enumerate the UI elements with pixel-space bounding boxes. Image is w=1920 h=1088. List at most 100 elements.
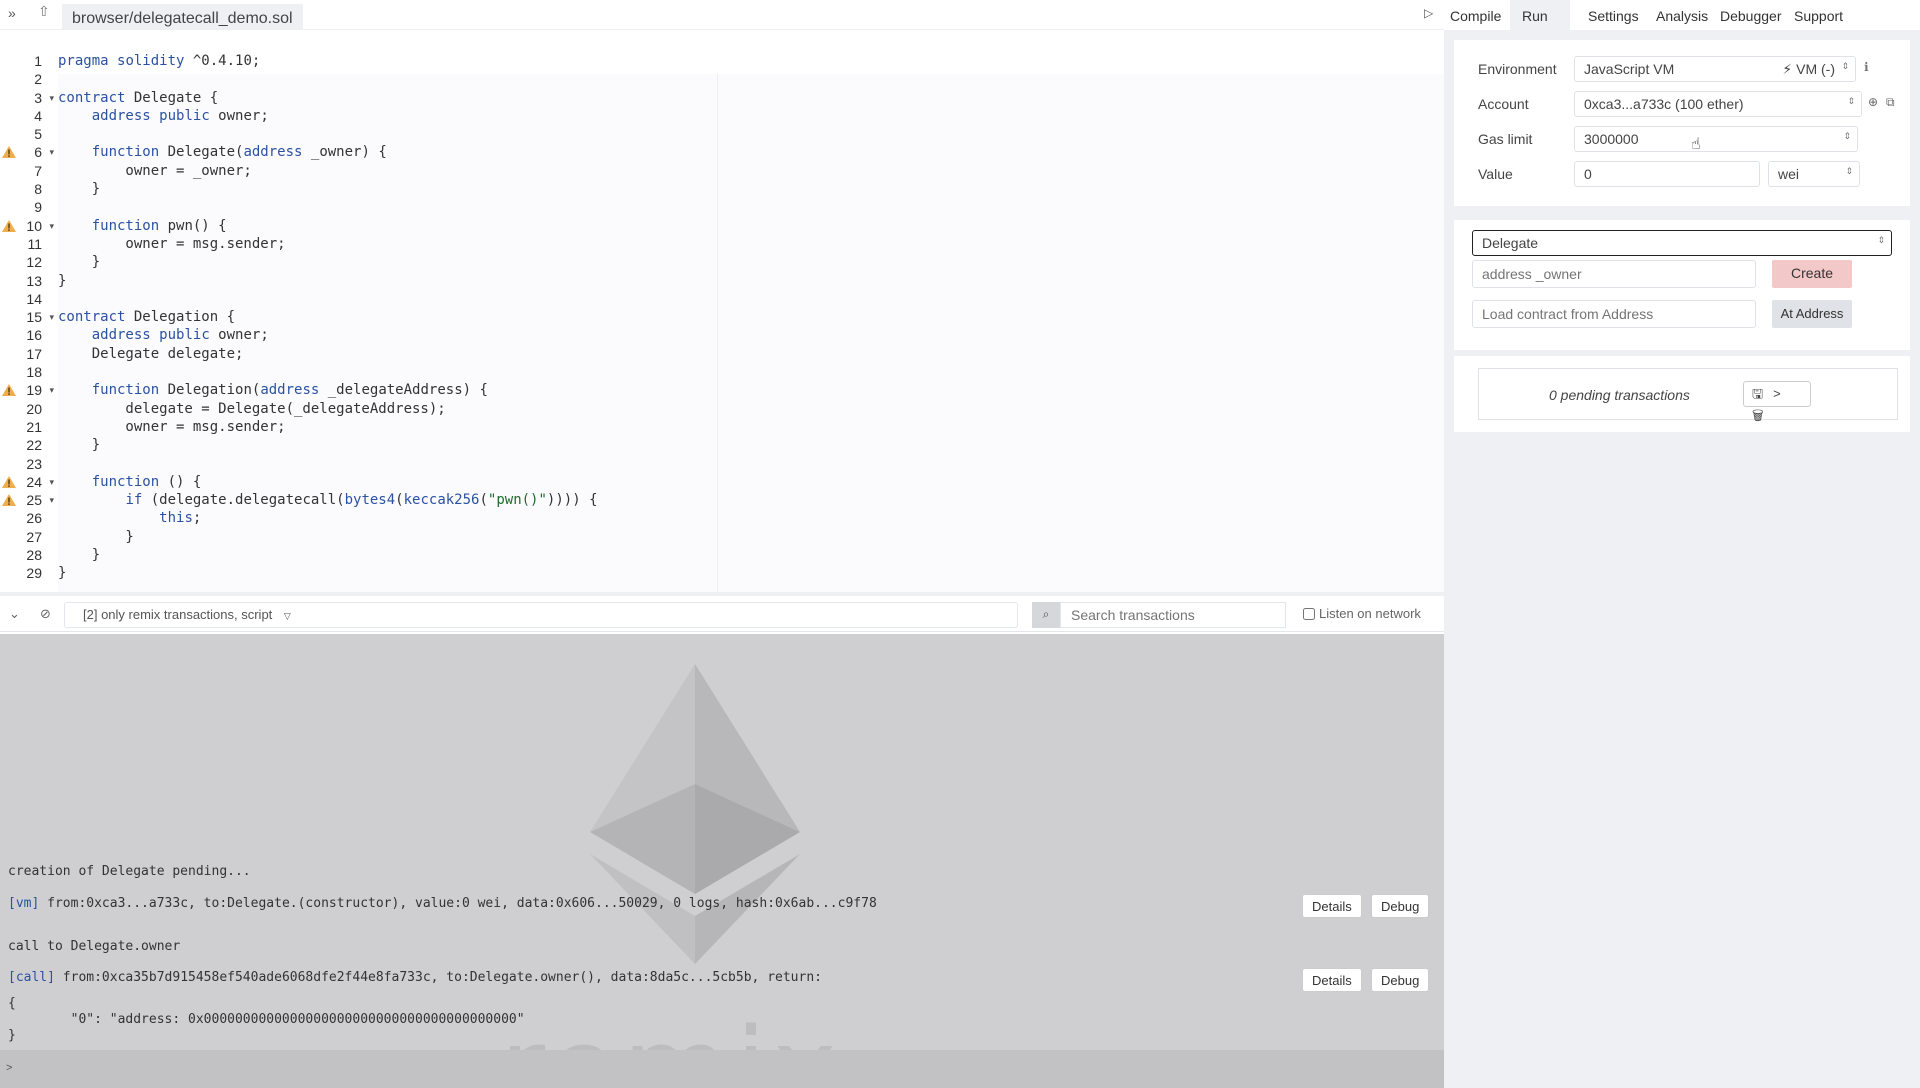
code-line[interactable]: contract Delegate { [58,89,718,107]
code-line[interactable]: function Delegation(address _delegateAdd… [58,381,718,399]
fold-toggle-icon[interactable]: ▾ [49,381,54,399]
code-line[interactable] [58,198,718,216]
code-line[interactable]: this; [58,509,718,527]
value-amount: 0 [1584,166,1592,182]
play-icon[interactable]: > [1773,386,1791,401]
fold-toggle-icon[interactable]: ▾ [49,89,54,107]
gas-limit-label: Gas limit [1478,131,1533,147]
line-number-text: 19 [26,382,42,399]
code-line[interactable]: contract Delegation { [58,308,718,326]
value-unit-select[interactable]: wei ⇕ [1768,161,1860,187]
details-button[interactable]: Details [1302,894,1362,918]
line-number-text: 15 [26,309,42,326]
create-button[interactable]: Create [1772,260,1852,288]
upload-icon[interactable]: ⇧ [38,3,52,23]
expand-panel-icon[interactable]: » [8,5,26,23]
top-bar: » ⇧ browser/delegatecall_demo.sol ▷ [0,0,1444,30]
plug-icon: ⚡ [1782,61,1793,77]
code-line[interactable]: owner = msg.sender; [58,235,718,253]
search-transactions-input[interactable] [1060,602,1286,628]
debug-button[interactable]: Debug [1371,968,1430,992]
code-line[interactable]: Delegate delegate; [58,345,718,363]
line-number: 9 [0,198,56,216]
code-line[interactable]: } [58,546,718,564]
account-select[interactable]: 0xca3...a733c (100 ether) ⇕ [1574,91,1862,117]
code-line[interactable]: pragma solidity ^0.4.10; [58,52,718,70]
code-line[interactable] [58,363,718,381]
new-account-icon[interactable]: ⊕ [1868,95,1878,109]
search-icon[interactable]: ⌕ [1032,602,1060,628]
warning-icon[interactable] [2,475,16,488]
code-line[interactable]: } [58,528,718,546]
contract-select[interactable]: Delegate ⇕ [1472,230,1892,256]
line-number-text: 2 [34,71,42,88]
load-contract-address-input[interactable] [1472,300,1756,328]
chevron-updown-icon: ⇕ [1847,96,1855,106]
tab-run[interactable]: Run [1510,0,1570,30]
code-editor[interactable]: 1 2 3 ▾ 4 5 6 ▾ 7 8 9 10 ▾ 11 12 13 14 15 ▾ 16 17 18 19 ▾ 20 21 22… [0,30,1444,596]
code-line[interactable]: owner = msg.sender; [58,418,718,436]
code-line[interactable]: function Delegate(address _owner) { [58,143,718,161]
code-line[interactable]: if (delegate.delegatecall(bytes4(keccak2… [58,491,718,509]
line-number-text: 29 [26,565,42,582]
code-line[interactable]: address public owner; [58,107,718,125]
fold-toggle-icon[interactable]: ▾ [49,473,54,491]
code-line[interactable] [58,290,718,308]
code-line[interactable]: } [58,180,718,198]
code-line[interactable]: } [58,253,718,271]
pointer-cursor-icon: ☝ [1691,136,1701,153]
line-number: 23 [0,455,56,473]
fold-toggle-icon[interactable]: ▾ [49,143,54,161]
code-line[interactable]: function pwn() { [58,217,718,235]
copy-address-icon[interactable]: ⧉ [1886,95,1895,110]
warning-icon[interactable] [2,146,16,159]
fold-toggle-icon[interactable]: ▾ [49,308,54,326]
minimize-terminal-icon[interactable]: ⌄ [9,606,20,622]
line-number-text: 28 [26,547,42,564]
code-line[interactable]: owner = _owner; [58,162,718,180]
terminal-input-bar[interactable]: > [0,1050,1444,1088]
debug-button[interactable]: Debug [1371,894,1430,918]
tab-support[interactable]: Support [1794,0,1843,30]
code-line[interactable]: function () { [58,473,718,491]
code-line[interactable]: } [58,564,718,582]
info-icon[interactable]: ℹ [1864,60,1869,74]
fold-toggle-icon[interactable]: ▾ [49,491,54,509]
trash-icon[interactable]: 🗑 [1752,408,1774,423]
value-input[interactable]: 0 [1574,161,1760,187]
line-number: 20 [0,400,56,418]
return-value: "0": "address: 0x00000000000000000000000… [8,1012,525,1027]
code-line[interactable]: address public owner; [58,326,718,344]
tab-compile[interactable]: Compile [1450,0,1510,30]
listen-checkbox[interactable] [1303,608,1315,620]
line-number: 10 ▾ [0,217,56,235]
tab-debugger[interactable]: Debugger [1720,0,1782,30]
warning-icon[interactable] [2,384,16,397]
clear-console-icon[interactable]: ⊘ [40,606,51,622]
file-tab[interactable]: browser/delegatecall_demo.sol [62,4,303,30]
constructor-args-input[interactable] [1472,260,1756,288]
editor-code[interactable]: pragma solidity ^0.4.10; contract Delegat… [58,52,718,583]
details-button[interactable]: Details [1302,968,1362,992]
code-line[interactable] [58,125,718,143]
stepper-icon: ⇕ [1843,131,1851,141]
collapse-right-icon[interactable]: ▷ [1424,6,1433,20]
contract-value: Delegate [1482,235,1539,251]
environment-select[interactable]: JavaScript VM ⚡ VM (-) ⇕ [1574,56,1856,82]
code-line[interactable]: } [58,436,718,454]
fold-toggle-icon[interactable]: ▾ [49,217,54,235]
code-line[interactable] [58,455,718,473]
at-address-button[interactable]: At Address [1772,300,1852,328]
code-line[interactable] [58,70,718,88]
save-icon[interactable]: 🖫 [1752,386,1773,401]
code-line[interactable]: delegate = Delegate(_delegateAddress); [58,400,718,418]
code-line[interactable]: } [58,272,718,290]
listen-on-network-toggle[interactable]: Listen on network [1303,606,1421,621]
tab-settings[interactable]: Settings [1588,0,1639,30]
tab-analysis[interactable]: Analysis [1656,0,1708,30]
line-number-text: 24 [26,473,42,490]
warning-icon[interactable] [2,219,16,232]
gas-limit-input[interactable]: 3000000 ⇕ [1574,126,1858,152]
transaction-filter-select[interactable]: [2] only remix transactions, script ▽ [64,602,1018,628]
warning-icon[interactable] [2,494,16,507]
